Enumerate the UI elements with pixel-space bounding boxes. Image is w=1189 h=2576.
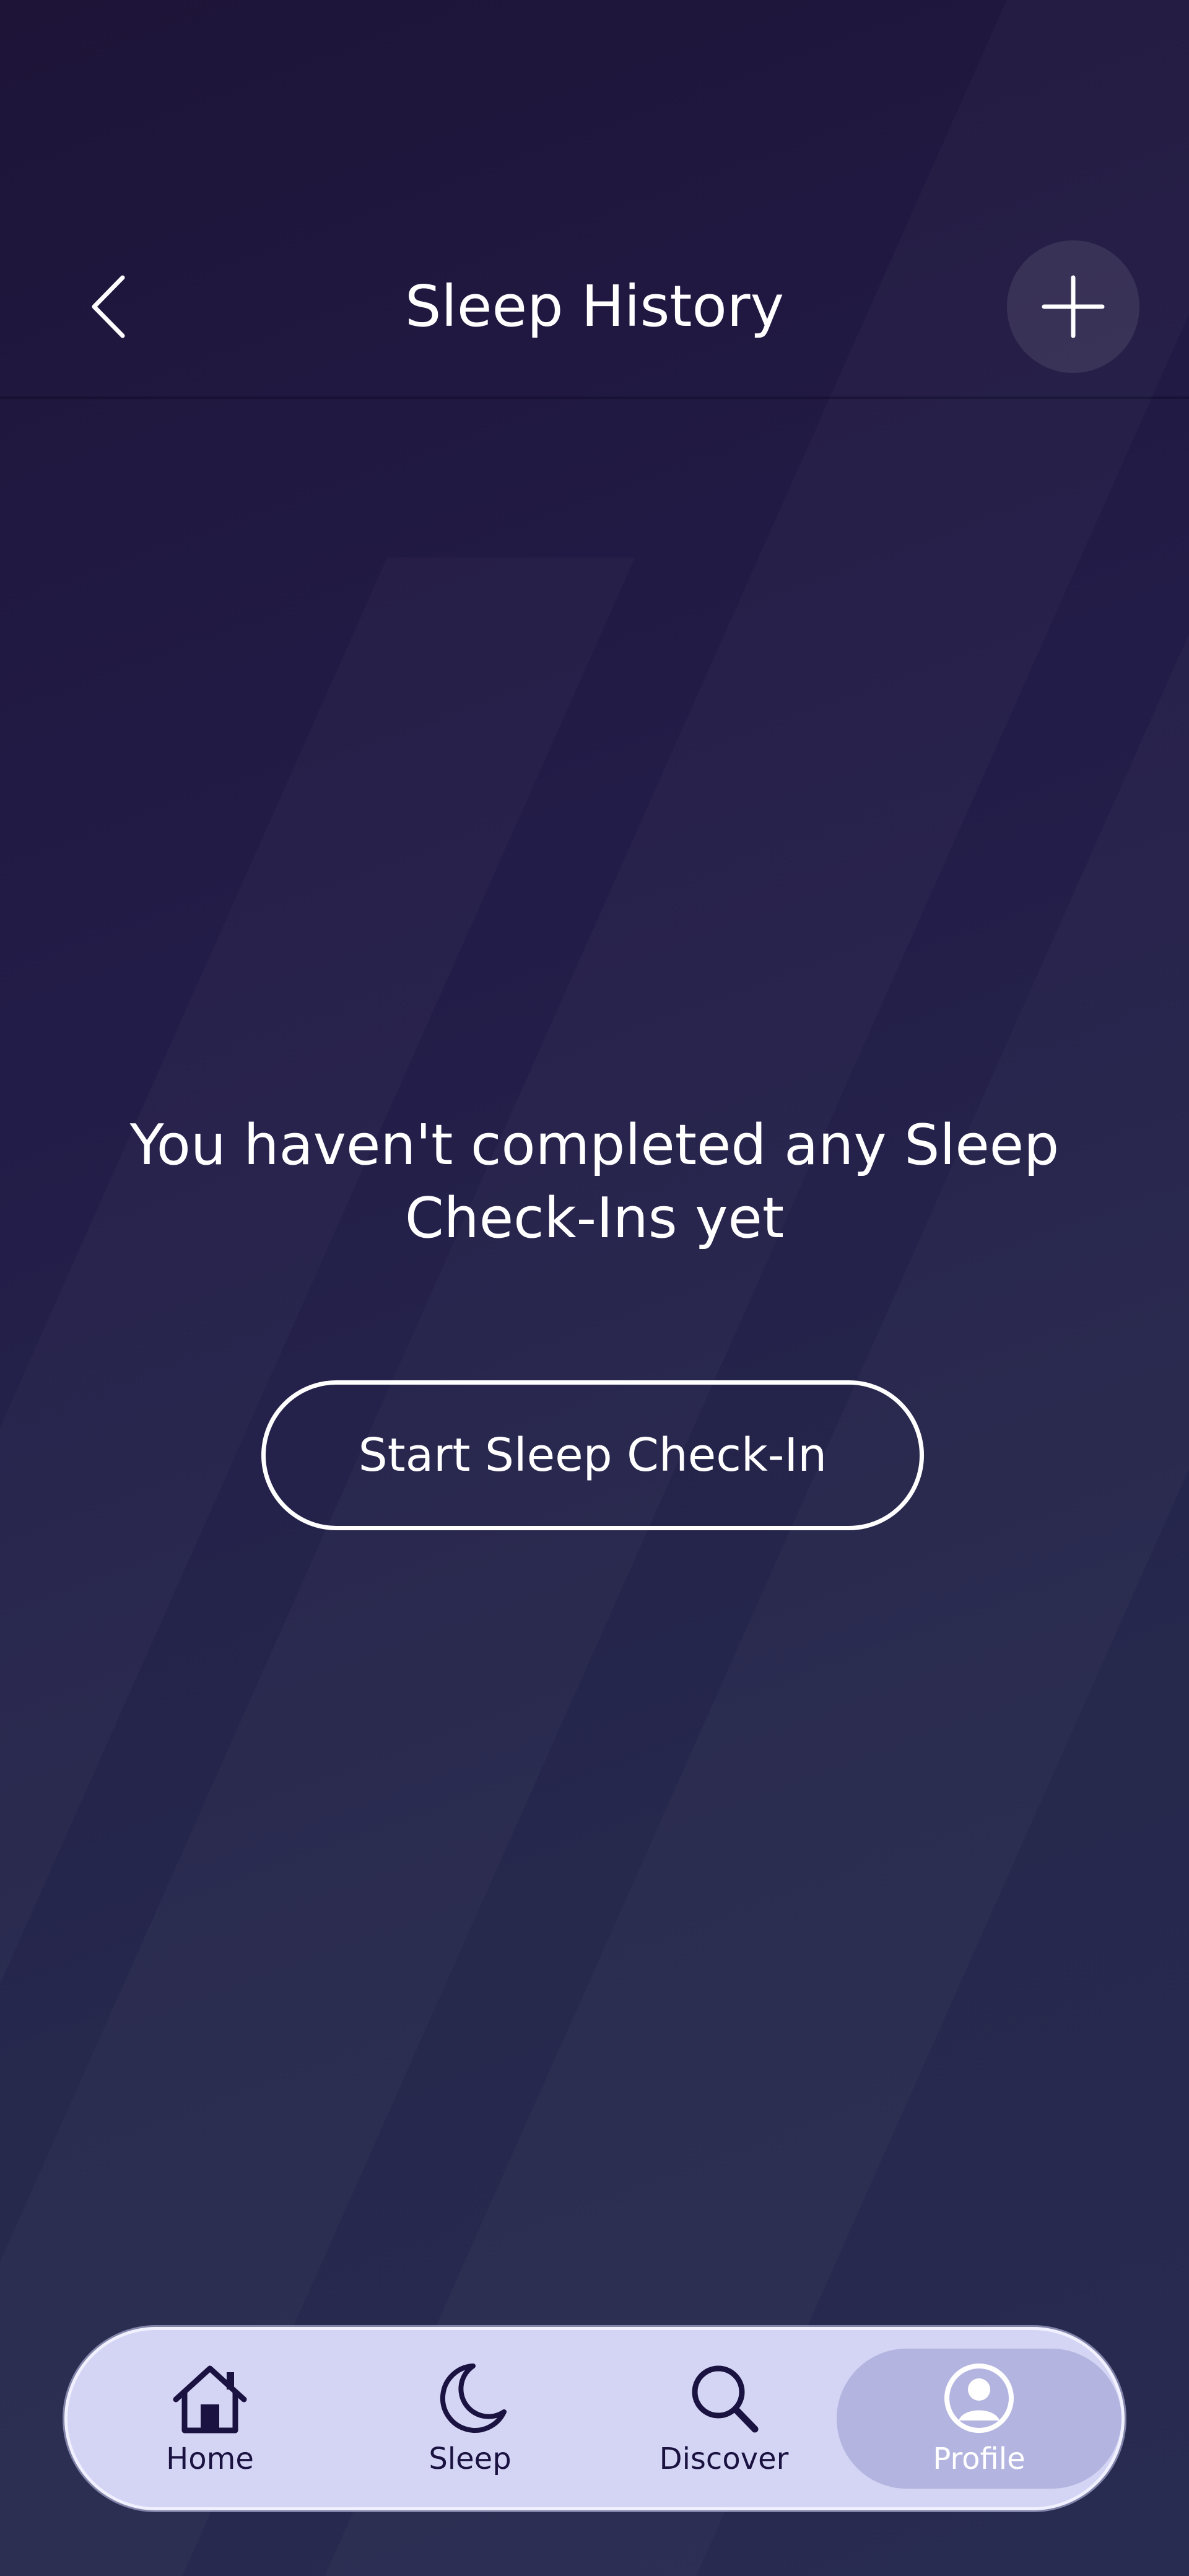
nav-label-profile: Profile xyxy=(933,2442,1026,2476)
nav-item-home[interactable]: Home xyxy=(142,2349,278,2489)
chevron-left-icon xyxy=(92,275,125,338)
nav-label-home: Home xyxy=(166,2442,254,2476)
page-title: Sleep History xyxy=(404,273,785,340)
nav-label-sleep: Sleep xyxy=(429,2442,512,2476)
nav-item-discover[interactable]: Discover xyxy=(650,2349,798,2489)
start-sleep-check-in-label: Start Sleep Check-In xyxy=(358,1429,827,1482)
bottom-nav-bar: Home Sleep Discover Profile xyxy=(64,2327,1125,2510)
search-icon xyxy=(684,2361,764,2435)
nav-item-sleep[interactable]: Sleep xyxy=(402,2349,538,2489)
empty-state-message: You haven't completed any Sleep Check-In… xyxy=(129,1113,1060,1251)
add-button[interactable] xyxy=(1007,240,1139,373)
start-sleep-check-in-button[interactable]: Start Sleep Check-In xyxy=(261,1380,924,1530)
home-icon xyxy=(170,2361,250,2435)
nav-label-discover: Discover xyxy=(659,2442,789,2476)
moon-icon xyxy=(430,2361,510,2435)
back-button[interactable] xyxy=(81,266,136,347)
plus-icon xyxy=(1042,275,1105,338)
nav-item-profile[interactable]: Profile xyxy=(837,2349,1121,2489)
profile-icon xyxy=(939,2361,1019,2435)
